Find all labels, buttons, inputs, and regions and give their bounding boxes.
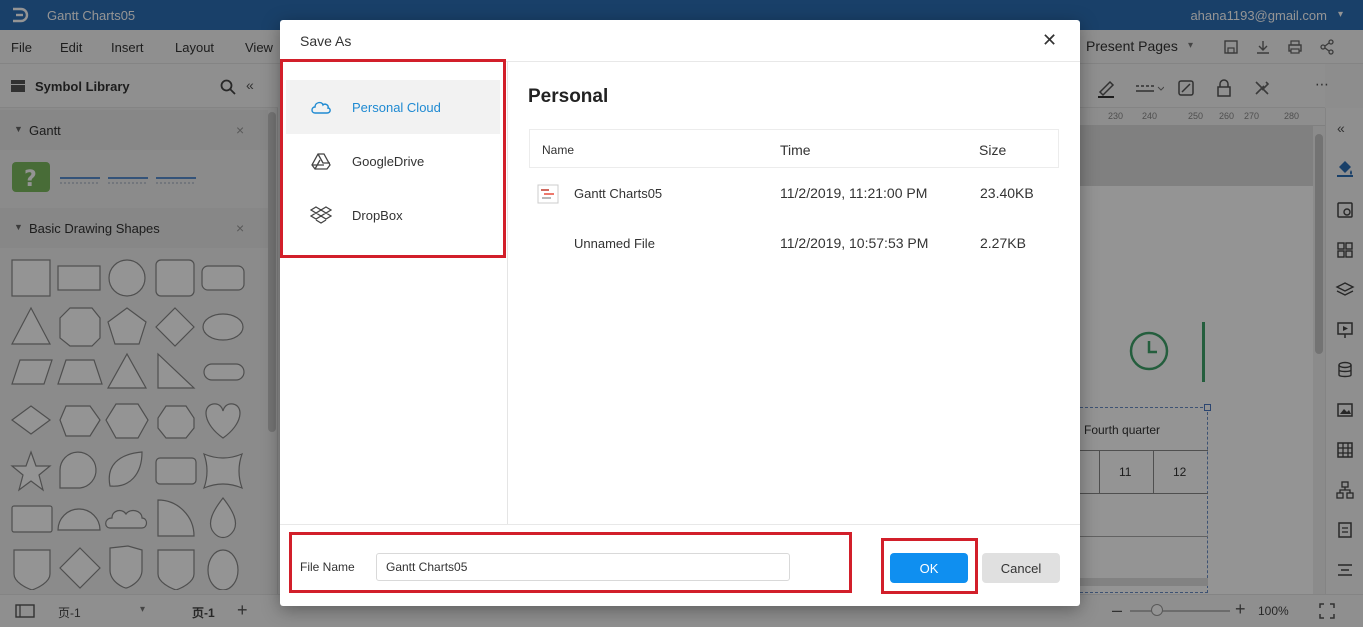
column-name[interactable]: Name bbox=[542, 143, 574, 157]
table-row[interactable]: Unnamed File 11/2/2019, 10:57:53 PM 2.27… bbox=[529, 219, 1059, 269]
file-size: 2.27KB bbox=[980, 235, 1026, 251]
storage-google-drive[interactable]: GoogleDrive bbox=[286, 134, 500, 188]
storage-dropbox[interactable]: DropBox bbox=[286, 188, 500, 242]
file-name: Unnamed File bbox=[574, 236, 655, 251]
file-size: 23.40KB bbox=[980, 185, 1034, 201]
table-header: Name Time Size bbox=[529, 129, 1059, 168]
file-name-label: File Name bbox=[300, 560, 355, 574]
storage-list: Personal Cloud GoogleDrive DropBox bbox=[280, 62, 508, 524]
folder-title: Personal bbox=[528, 86, 609, 107]
dialog-header: Save As ✕ bbox=[280, 20, 1080, 62]
table-row[interactable]: Gantt Charts05 11/2/2019, 11:21:00 PM 23… bbox=[529, 169, 1059, 219]
column-size[interactable]: Size bbox=[979, 142, 1006, 158]
save-as-dialog: Save As ✕ Personal Cloud GoogleDrive Dro… bbox=[280, 20, 1080, 606]
dialog-footer: File Name OK Cancel bbox=[280, 524, 1080, 606]
dropbox-icon bbox=[310, 206, 332, 224]
ok-button[interactable]: OK bbox=[890, 553, 968, 583]
dialog-title: Save As bbox=[300, 33, 352, 49]
file-time: 11/2/2019, 10:57:53 PM bbox=[780, 235, 929, 251]
file-name: Gantt Charts05 bbox=[574, 186, 663, 201]
storage-label: DropBox bbox=[352, 208, 403, 223]
column-time[interactable]: Time bbox=[780, 142, 811, 158]
file-time: 11/2/2019, 11:21:00 PM bbox=[780, 185, 928, 201]
google-drive-icon bbox=[311, 153, 331, 170]
storage-personal-cloud[interactable]: Personal Cloud bbox=[286, 80, 500, 134]
cloud-icon bbox=[311, 101, 331, 114]
storage-label: Personal Cloud bbox=[352, 100, 441, 115]
storage-label: GoogleDrive bbox=[352, 154, 425, 169]
file-name-input[interactable] bbox=[376, 553, 790, 581]
file-thumbnail bbox=[537, 184, 559, 204]
cancel-button[interactable]: Cancel bbox=[982, 553, 1060, 583]
close-icon[interactable]: ✕ bbox=[1042, 31, 1057, 49]
file-browser: Personal Name Time Size Gantt Charts05 1… bbox=[509, 62, 1080, 524]
